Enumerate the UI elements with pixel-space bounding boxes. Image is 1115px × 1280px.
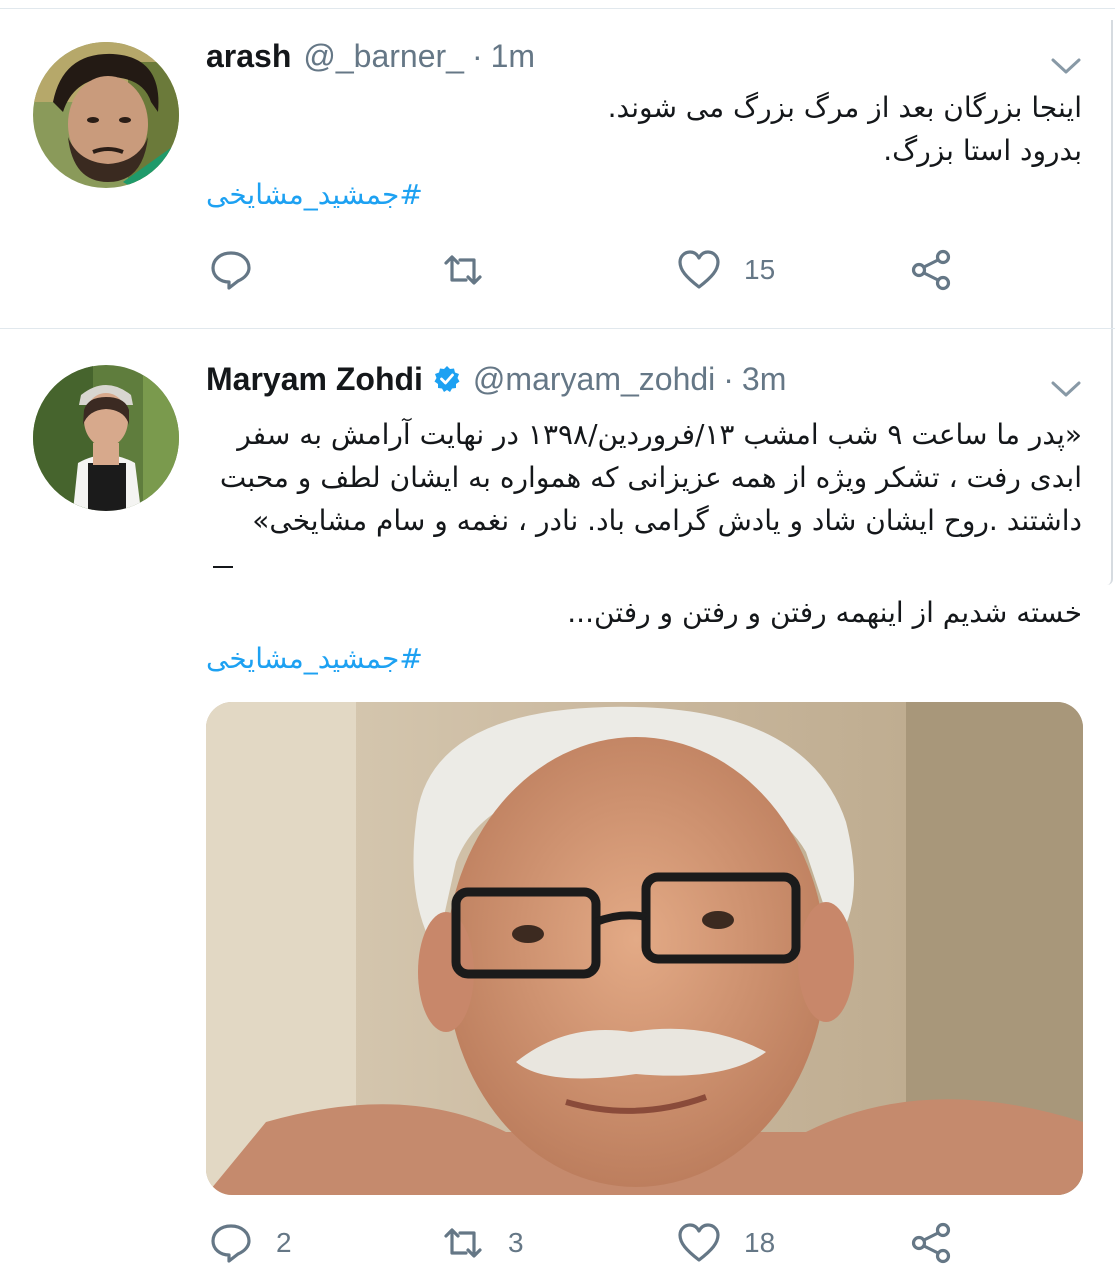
retweet-icon	[444, 255, 482, 285]
like-button[interactable]: 15	[676, 247, 775, 293]
tweet-text: «پدر ما ساعت ۹ شب امشب ۱۳/فروردین/۱۳۹۸ د…	[220, 413, 1082, 542]
reply-button[interactable]: 2	[208, 1220, 292, 1266]
tweet-maryam-zohdi[interactable]: Maryam Zohdi @maryam_zohdi · 3m «پدر ما …	[0, 330, 1115, 1280]
like-count: 18	[744, 1227, 776, 1258]
avatar[interactable]	[33, 42, 179, 188]
avatar[interactable]	[33, 365, 179, 511]
dash-divider	[213, 566, 233, 568]
chevron-down-icon[interactable]	[1049, 377, 1083, 401]
timestamp[interactable]: 3m	[742, 361, 786, 398]
tweet-text-line: «پدر ما ساعت ۹ شب امشب ۱۳/فروردین/۱۳۹۸ د…	[237, 418, 1082, 451]
separator: ·	[471, 37, 483, 74]
reply-button[interactable]	[208, 247, 276, 293]
tweet-text: اینجا بزرگان بعد از مرگ بزرگ می شوند. بد…	[608, 86, 1082, 172]
like-count: 15	[744, 254, 776, 285]
reply-icon	[211, 251, 251, 290]
hashtag-link[interactable]: #جمشید_مشایخی	[206, 642, 423, 675]
tweet-text-comment: خسته شدیم از اینهمه رفتن و رفتن و رفتن..…	[567, 596, 1082, 629]
like-button[interactable]: 18	[676, 1220, 775, 1266]
share-icon	[911, 1222, 951, 1264]
separator: ·	[723, 360, 734, 397]
display-name[interactable]: arash	[206, 38, 291, 75]
retweet-button[interactable]: 3	[440, 1220, 524, 1266]
chevron-down-icon[interactable]	[1049, 54, 1083, 78]
share-button[interactable]	[908, 1220, 954, 1266]
like-icon	[678, 250, 720, 289]
reply-count: 2	[276, 1227, 292, 1258]
tweet-header: Maryam Zohdi @maryam_zohdi · 3m	[206, 354, 786, 404]
user-handle[interactable]: @_barner_	[303, 38, 464, 75]
reply-icon	[211, 1224, 251, 1263]
display-name[interactable]: Maryam Zohdi	[206, 361, 423, 398]
like-icon	[678, 1223, 720, 1262]
tweet-text-line: ابدی رفت ، تشکر ویژه از همه عزیزانی که ه…	[219, 461, 1082, 494]
share-icon	[911, 249, 951, 291]
share-button[interactable]	[908, 247, 954, 293]
retweet-count: 3	[508, 1227, 524, 1258]
tweet-arash[interactable]: arash @_barner_ · 1m اینجا بزرگان بعد از…	[0, 8, 1115, 329]
verified-badge-icon	[434, 366, 460, 392]
user-handle[interactable]: @maryam_zohdi	[473, 361, 715, 398]
retweet-button[interactable]	[440, 247, 508, 293]
tweet-text-line: اینجا بزرگان بعد از مرگ بزرگ می شوند.	[607, 91, 1082, 124]
tweet-actions: 15	[0, 247, 1115, 307]
tweet-header: arash @_barner_ · 1m	[206, 31, 535, 81]
tweet-text-line: داشتند .روح ایشان شاد و یادش گرامی باد. …	[252, 504, 1082, 537]
tweet-media-photo[interactable]	[206, 702, 1083, 1195]
retweet-icon	[444, 1228, 482, 1258]
timestamp[interactable]: 1m	[491, 38, 535, 75]
tweet-text-line: بدرود استا بزرگ.	[883, 134, 1082, 167]
tweet-actions: 2 3 18	[0, 1220, 1115, 1280]
hashtag-link[interactable]: #جمشید_مشایخی	[206, 178, 423, 211]
